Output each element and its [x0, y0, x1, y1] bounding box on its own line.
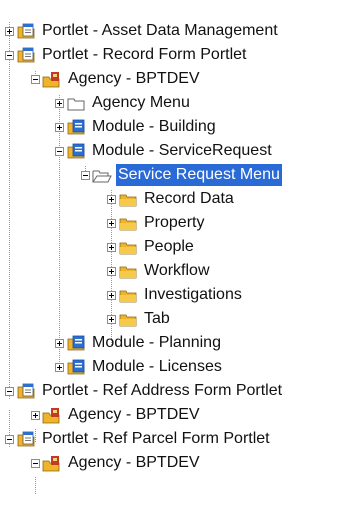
- tree-view: Portlet - Asset Data Management Portlet …: [0, 0, 360, 506]
- tree-node-ref-parcel-form-portlet[interactable]: Portlet - Ref Parcel Form Portlet: [5, 427, 272, 451]
- tree-node-label[interactable]: Property: [142, 212, 206, 234]
- portlet-icon: [16, 383, 36, 400]
- empty-folder-icon: [66, 95, 86, 112]
- tree-node-label[interactable]: Agency - BPTDEV: [66, 68, 202, 90]
- tree-node-asset-data-management[interactable]: Portlet - Asset Data Management: [5, 19, 280, 43]
- tree-node-investigations[interactable]: Investigations: [107, 283, 244, 307]
- expand-toggle[interactable]: [107, 266, 116, 276]
- tree-node-module-servicerequest[interactable]: Module - ServiceRequest: [55, 139, 274, 163]
- folder-icon: [118, 287, 138, 304]
- tree-node-agency-bptdev-2[interactable]: Agency - BPTDEV: [31, 403, 202, 427]
- folder-icon: [118, 311, 138, 328]
- tree-node-label[interactable]: Portlet - Ref Address Form Portlet: [40, 380, 284, 402]
- folder-icon: [118, 263, 138, 280]
- tree-node-label[interactable]: Module - Building: [90, 116, 218, 138]
- collapse-toggle[interactable]: [5, 386, 14, 396]
- tree-node-label[interactable]: Service Request Menu: [116, 164, 282, 186]
- tree-node-record-data[interactable]: Record Data: [107, 187, 236, 211]
- tree-node-module-licenses[interactable]: Module - Licenses: [55, 355, 224, 379]
- tree-node-label[interactable]: Portlet - Ref Parcel Form Portlet: [40, 428, 272, 450]
- tree-node-label[interactable]: Investigations: [142, 284, 244, 306]
- expand-toggle[interactable]: [55, 362, 64, 372]
- tree-node-module-building[interactable]: Module - Building: [55, 115, 218, 139]
- tree-node-label[interactable]: People: [142, 236, 196, 258]
- collapse-toggle[interactable]: [31, 74, 40, 84]
- tree-node-module-planning[interactable]: Module - Planning: [55, 331, 223, 355]
- portlet-icon: [16, 23, 36, 40]
- folder-icon: [118, 215, 138, 232]
- module-icon: [66, 359, 86, 376]
- tree-node-label[interactable]: Module - Planning: [90, 332, 223, 354]
- tree-node-label[interactable]: Module - Licenses: [90, 356, 224, 378]
- collapse-toggle[interactable]: [5, 50, 14, 60]
- expand-toggle[interactable]: [55, 98, 64, 108]
- tree-node-label[interactable]: Portlet - Record Form Portlet: [40, 44, 249, 66]
- agency-icon: [42, 455, 62, 472]
- tree-node-agency-menu[interactable]: Agency Menu: [55, 91, 192, 115]
- tree-node-tab[interactable]: Tab: [107, 307, 172, 331]
- collapse-toggle[interactable]: [5, 434, 14, 444]
- expand-toggle[interactable]: [107, 218, 116, 228]
- expand-toggle[interactable]: [107, 314, 116, 324]
- expand-toggle[interactable]: [55, 122, 64, 132]
- folder-icon: [118, 191, 138, 208]
- collapse-toggle[interactable]: [81, 170, 90, 180]
- tree-node-workflow[interactable]: Workflow: [107, 259, 212, 283]
- tree-node-label[interactable]: Workflow: [142, 260, 212, 282]
- expand-toggle[interactable]: [5, 26, 14, 36]
- collapse-toggle[interactable]: [55, 146, 64, 156]
- tree-node-label[interactable]: Tab: [142, 308, 172, 330]
- open-folder-icon: [92, 167, 112, 184]
- module-icon: [66, 335, 86, 352]
- tree-node-agency-bptdev[interactable]: Agency - BPTDEV: [31, 67, 202, 91]
- module-icon: [66, 143, 86, 160]
- tree-node-people[interactable]: People: [107, 235, 196, 259]
- tree-node-label[interactable]: Module - ServiceRequest: [90, 140, 274, 162]
- tree-node-label[interactable]: Record Data: [142, 188, 236, 210]
- expand-toggle[interactable]: [107, 242, 116, 252]
- tree-node-label[interactable]: Portlet - Asset Data Management: [40, 20, 280, 42]
- tree-node-ref-address-form-portlet[interactable]: Portlet - Ref Address Form Portlet: [5, 379, 284, 403]
- expand-toggle[interactable]: [107, 194, 116, 204]
- tree-node-label[interactable]: Agency - BPTDEV: [66, 404, 202, 426]
- tree-node-service-request-menu[interactable]: Service Request Menu: [81, 163, 282, 187]
- tree-node-label[interactable]: Agency Menu: [90, 92, 192, 114]
- portlet-icon: [16, 47, 36, 64]
- expand-toggle[interactable]: [55, 338, 64, 348]
- expand-toggle[interactable]: [107, 290, 116, 300]
- portlet-icon: [16, 431, 36, 448]
- folder-icon: [118, 239, 138, 256]
- tree-node-label[interactable]: Agency - BPTDEV: [66, 452, 202, 474]
- tree-node-agency-bptdev-3[interactable]: Agency - BPTDEV: [31, 451, 202, 475]
- module-icon: [66, 119, 86, 136]
- agency-icon: [42, 71, 62, 88]
- expand-toggle[interactable]: [31, 410, 40, 420]
- collapse-toggle[interactable]: [31, 458, 40, 468]
- tree-node-property[interactable]: Property: [107, 211, 206, 235]
- tree-node-record-form-portlet[interactable]: Portlet - Record Form Portlet: [5, 43, 249, 67]
- agency-icon: [42, 407, 62, 424]
